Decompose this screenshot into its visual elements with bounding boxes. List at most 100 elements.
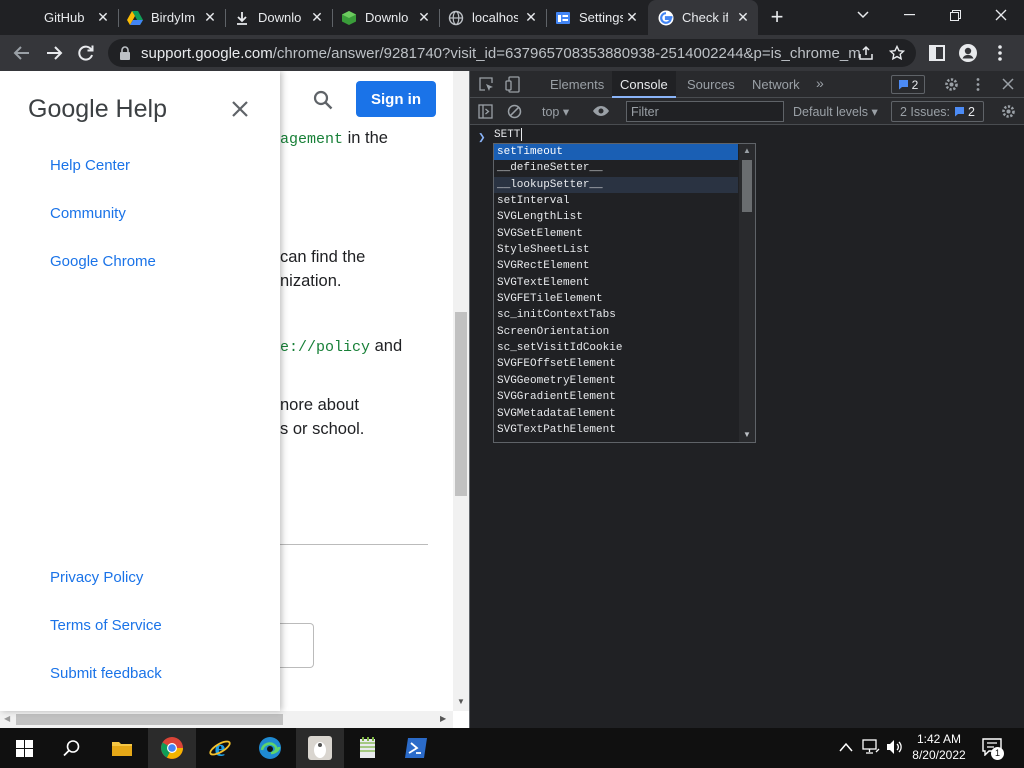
- side-panel-icon[interactable]: [927, 43, 947, 63]
- system-clock[interactable]: 1:42 AM 8/20/2022: [912, 731, 966, 763]
- image-app-taskbar-button[interactable]: [296, 728, 344, 768]
- powershell-taskbar-button[interactable]: [392, 728, 440, 768]
- tab-close-icon[interactable]: ✕: [96, 10, 110, 24]
- share-icon[interactable]: [858, 45, 874, 61]
- suggestion-item[interactable]: SVGFETileElement: [494, 291, 738, 307]
- settings-gear-icon[interactable]: [944, 77, 959, 92]
- restore-button[interactable]: [932, 0, 978, 30]
- scrollbar-thumb[interactable]: [742, 160, 752, 212]
- suggestion-item[interactable]: setInterval: [494, 193, 738, 209]
- devtools-tab-sources[interactable]: Sources: [679, 71, 743, 98]
- nav-link-google-chrome[interactable]: Google Chrome: [50, 253, 156, 270]
- nav-link-community[interactable]: Community: [50, 205, 126, 222]
- suggestion-item[interactable]: SVGLengthList: [494, 209, 738, 225]
- devtools-tab-console[interactable]: Console: [612, 71, 676, 98]
- tab-check-if-active[interactable]: Check if ✕: [648, 0, 758, 35]
- volume-icon[interactable]: [886, 739, 904, 755]
- tab-close-icon[interactable]: ✕: [625, 10, 639, 24]
- tab-birdyimg[interactable]: BirdyImg ✕: [119, 0, 226, 35]
- scroll-right-arrow-icon[interactable]: ▶: [440, 714, 446, 723]
- suggestion-item[interactable]: SVGTextElement: [494, 275, 738, 291]
- start-button[interactable]: [0, 728, 48, 768]
- close-devtools-icon[interactable]: [1002, 78, 1014, 90]
- close-icon[interactable]: [230, 99, 250, 119]
- devtools-tab-network[interactable]: Network: [744, 71, 808, 98]
- footer-link-privacy-policy[interactable]: Privacy Policy: [50, 569, 143, 586]
- reload-icon[interactable]: [76, 43, 96, 63]
- address-bar[interactable]: support.google.com/chrome/answer/9281740…: [108, 39, 916, 67]
- suggestion-item[interactable]: __lookupSetter__: [494, 176, 738, 194]
- tab-search-chevron-icon[interactable]: [840, 0, 886, 30]
- notifications-button[interactable]: 1: [982, 738, 1006, 760]
- new-tab-button[interactable]: +: [766, 6, 788, 29]
- suggestion-item[interactable]: SVGFEOffsetElement: [494, 356, 738, 372]
- kebab-menu-icon[interactable]: [990, 43, 1010, 63]
- console-settings-gear-icon[interactable]: [1001, 104, 1016, 119]
- scroll-down-arrow-icon[interactable]: ▼: [743, 430, 751, 439]
- suggestion-item[interactable]: SVGGeometryElement: [494, 373, 738, 389]
- scroll-left-arrow-icon[interactable]: ◀: [4, 714, 10, 723]
- eye-icon[interactable]: [592, 105, 610, 117]
- tab-settings[interactable]: Settings ✕: [547, 0, 647, 35]
- suggestion-item[interactable]: SVGGradientElement: [494, 389, 738, 405]
- tab-close-icon[interactable]: ✕: [736, 10, 750, 24]
- network-icon[interactable]: [862, 739, 880, 755]
- suggestions-scrollbar[interactable]: ▲ ▼: [739, 144, 755, 442]
- back-arrow-icon[interactable]: [12, 43, 32, 63]
- forward-arrow-icon[interactable]: [44, 43, 64, 63]
- scroll-up-arrow-icon[interactable]: ▲: [743, 146, 751, 155]
- scrollbar-thumb[interactable]: [16, 714, 283, 725]
- notepad-taskbar-button[interactable]: [344, 728, 392, 768]
- file-explorer-button[interactable]: [98, 728, 146, 768]
- tab-download-1[interactable]: Download ✕: [226, 0, 333, 35]
- more-tabs-chevron-icon[interactable]: »: [816, 75, 824, 91]
- suggestion-item[interactable]: __defineSetter__: [494, 160, 738, 176]
- suggestion-item[interactable]: sc_initContextTabs: [494, 307, 738, 323]
- suggestion-item[interactable]: SVGTextPathElement: [494, 422, 738, 438]
- suggestion-item[interactable]: ScreenOrientation: [494, 324, 738, 340]
- clear-console-icon[interactable]: [507, 104, 522, 119]
- bookmark-star-icon[interactable]: [889, 45, 905, 61]
- scroll-down-arrow-icon[interactable]: ▼: [457, 697, 465, 706]
- nav-link-help-center[interactable]: Help Center: [50, 157, 130, 174]
- tab-close-icon[interactable]: ✕: [417, 10, 431, 24]
- chrome-taskbar-button[interactable]: [148, 728, 196, 768]
- tab-close-icon[interactable]: ✕: [203, 10, 217, 24]
- tab-close-icon[interactable]: ✕: [310, 10, 324, 24]
- tab-close-icon[interactable]: ✕: [524, 10, 538, 24]
- suggestion-item[interactable]: SVGSetElement: [494, 226, 738, 242]
- suggestion-item[interactable]: setTimeout: [494, 144, 738, 161]
- tab-github[interactable]: GitHub ✕: [0, 0, 119, 35]
- devtools-tab-elements[interactable]: Elements: [542, 71, 612, 98]
- scrollbar-thumb[interactable]: [455, 312, 467, 496]
- sidebar-toggle-icon[interactable]: [478, 104, 493, 119]
- suggestion-item[interactable]: SVGRectElement: [494, 258, 738, 274]
- console-input[interactable]: SETT: [494, 128, 523, 141]
- suggestion-item[interactable]: SVGMetadataElement: [494, 406, 738, 422]
- search-taskbar-button[interactable]: [48, 728, 96, 768]
- edge-taskbar-button[interactable]: [246, 728, 294, 768]
- issues-badge[interactable]: 2: [891, 75, 925, 94]
- suggestion-item[interactable]: StyleSheetList: [494, 242, 738, 258]
- log-levels-dropdown[interactable]: Default levels ▾: [793, 104, 878, 119]
- sign-in-button[interactable]: Sign in: [356, 81, 436, 117]
- minimize-button[interactable]: [886, 0, 932, 30]
- tab-download-2[interactable]: Download ✕: [333, 0, 440, 35]
- suggestion-item[interactable]: sc_setVisitIdCookie: [494, 340, 738, 356]
- device-toolbar-icon[interactable]: [505, 76, 521, 93]
- issues-button[interactable]: 2 Issues: 2: [891, 101, 984, 122]
- ie-taskbar-button[interactable]: e: [196, 728, 244, 768]
- page-vertical-scrollbar[interactable]: ▼: [453, 71, 469, 711]
- profile-avatar-icon[interactable]: [958, 43, 978, 63]
- show-hidden-icons-chevron-icon[interactable]: [839, 742, 853, 752]
- page-horizontal-scrollbar[interactable]: ◀ ▶: [0, 711, 453, 728]
- inspect-element-icon[interactable]: [479, 77, 494, 92]
- search-icon[interactable]: [312, 89, 334, 111]
- footer-link-submit-feedback[interactable]: Submit feedback: [50, 665, 162, 682]
- lock-icon[interactable]: [119, 46, 131, 60]
- console-filter-input[interactable]: Filter: [626, 101, 784, 122]
- feedback-box[interactable]: [280, 623, 314, 668]
- close-window-button[interactable]: [978, 0, 1024, 30]
- context-selector[interactable]: top ▾: [542, 104, 569, 119]
- footer-link-terms-of-service[interactable]: Terms of Service: [50, 617, 162, 634]
